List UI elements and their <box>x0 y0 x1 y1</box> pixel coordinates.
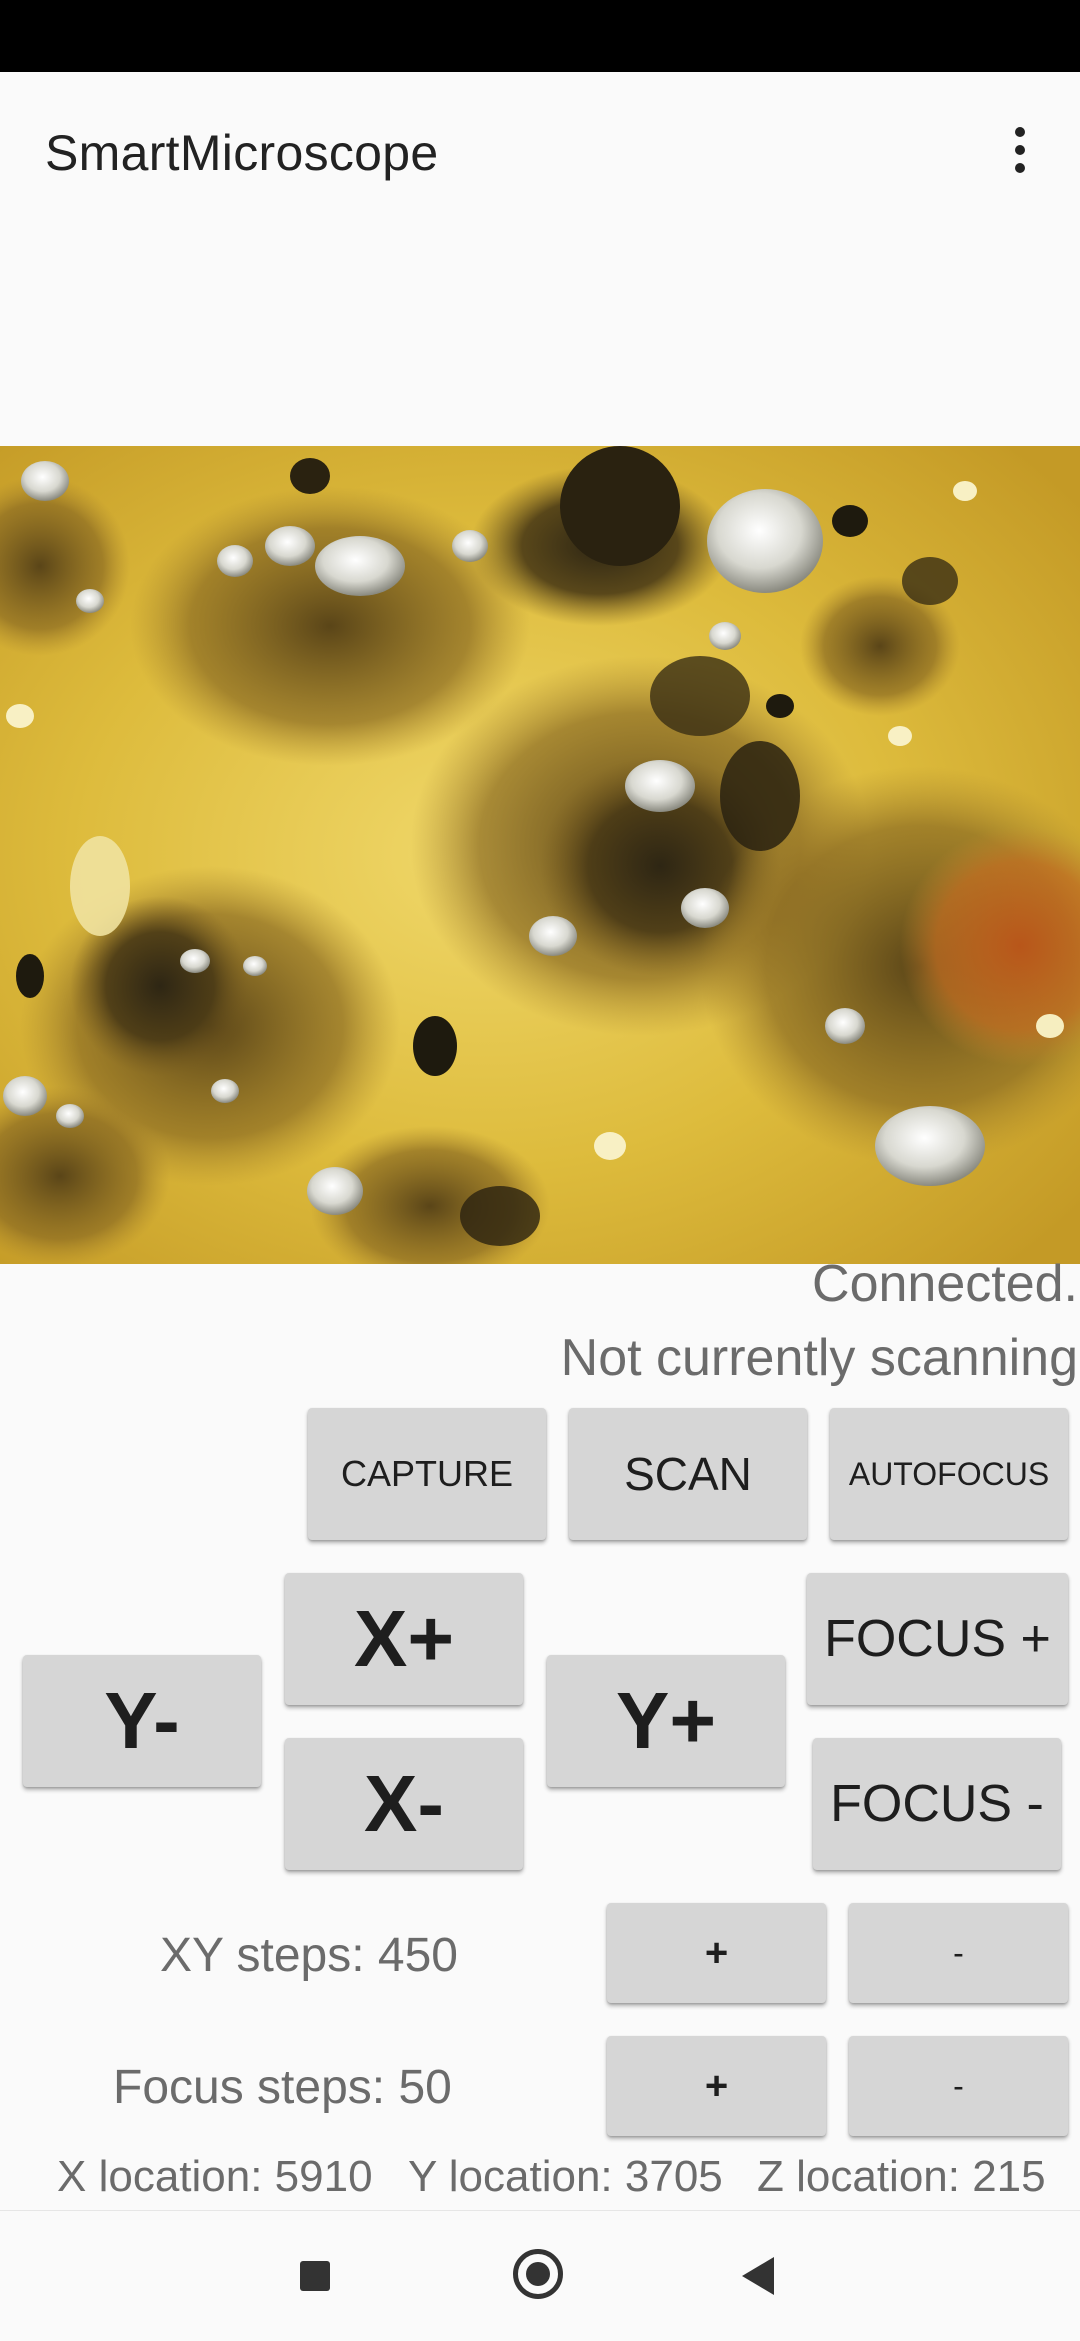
autofocus-button[interactable]: AUTOFOCUS <box>830 1408 1068 1540</box>
recents-square-icon[interactable] <box>300 2261 330 2291</box>
back-triangle-icon[interactable] <box>742 2257 774 2295</box>
y-plus-button[interactable]: Y+ <box>547 1655 785 1787</box>
menu-dot <box>1015 163 1025 173</box>
z-location: Z location: 215 <box>757 2152 1046 2201</box>
xy-steps-plus-button[interactable]: + <box>607 1903 826 2003</box>
microscope-camera-preview[interactable] <box>0 446 1080 1264</box>
scan-status: Not currently scanning <box>560 1329 1078 1387</box>
connection-status: Connected. <box>812 1255 1078 1313</box>
x-location: X location: 5910 <box>57 2152 373 2201</box>
xy-steps-label: XY steps: 450 <box>160 1929 458 1982</box>
preview-image <box>0 446 1080 1264</box>
app-bar: SmartMicroscope <box>0 72 1080 232</box>
x-minus-button[interactable]: X- <box>285 1738 523 1870</box>
menu-dot <box>1015 145 1025 155</box>
focus-steps-plus-button[interactable]: + <box>607 2036 826 2136</box>
xy-steps-minus-button[interactable]: - <box>849 1903 1068 2003</box>
status-bar <box>0 0 1080 72</box>
focus-minus-button[interactable]: FOCUS - <box>813 1738 1061 1870</box>
y-location: Y location: 3705 <box>408 2152 723 2201</box>
scan-button[interactable]: SCAN <box>569 1408 807 1540</box>
focus-plus-button[interactable]: FOCUS + <box>807 1573 1068 1705</box>
app-title: SmartMicroscope <box>45 125 439 181</box>
home-circle-icon[interactable] <box>513 2249 563 2299</box>
menu-dot <box>1015 127 1025 137</box>
y-minus-button[interactable]: Y- <box>23 1655 261 1787</box>
navigation-bar <box>0 2210 1080 2341</box>
capture-button[interactable]: CAPTURE <box>308 1408 546 1540</box>
focus-steps-label: Focus steps: 50 <box>113 2061 452 2114</box>
x-plus-button[interactable]: X+ <box>285 1573 523 1705</box>
focus-steps-minus-button[interactable]: - <box>849 2036 1068 2136</box>
more-vert-icon[interactable] <box>990 120 1050 180</box>
